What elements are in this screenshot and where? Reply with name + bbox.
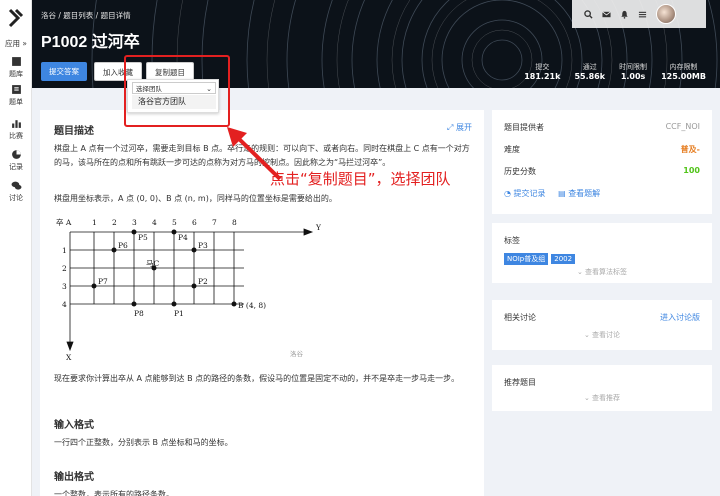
chessboard-figure: 卒 A 1 2 3 4 5 6 7 8 Y 1 2 3 4 X P6 P5 P4… [56,217,322,362]
svg-text:P2: P2 [198,277,208,286]
view-recommendations[interactable]: ⌄ 查看推荐 [504,393,700,403]
book-icon: ▤ [558,189,566,198]
nav-item-contest[interactable]: 比赛 [0,118,32,141]
search-icon[interactable] [584,9,593,19]
tags-card: 标签 NOIp普及组 2002 ⌄ 查看算法标签 [492,223,712,283]
luogu-logo-icon[interactable] [6,8,26,30]
output-format-text: 一个整数，表示所有的路径条数。 [54,490,174,496]
svg-text:B (4, 8): B (4, 8) [238,301,266,310]
svg-text:2: 2 [112,218,117,227]
page-title: P1002 过河卒 [41,34,140,51]
input-format-text: 一行四个正整数，分别表示 B 点坐标和马的坐标。 [54,438,233,447]
problem-info-card: 题目提供者 CCF_NOI 难度 普及- 历史分数 100 ◔ 提交记录 ▤ 查… [492,110,712,214]
svg-text:X: X [66,353,72,362]
description-paragraph-3: 现在要求你计算出卒从 A 点能够到达 B 点的路径的条数，假设马的位置是固定不动… [54,374,460,383]
difficulty-row: 难度 普及- [504,145,700,154]
annotation-text: 点击“复制题目”，选择团队 [270,170,451,188]
description-paragraph-2: 棋盘用坐标表示，A 点 (0, 0)、B 点 (n, m)，同样马的位置坐标是需… [54,194,337,203]
pie-chart-icon [11,150,21,159]
expand-icon: ⤢ [447,123,454,132]
nav-app-toggle[interactable]: 应用 » [0,38,32,49]
provider-row: 题目提供者 CCF_NOI [504,122,700,132]
enter-discussion-link[interactable]: 进入讨论版 [504,312,700,323]
nav-item-discuss[interactable]: 讨论 [0,180,32,203]
nav-item-record[interactable]: 记录 [0,149,32,172]
svg-text:5: 5 [172,218,177,227]
submit-answer-button[interactable]: 提交答案 [41,62,87,81]
nav-item-training[interactable]: 题单 [0,84,32,107]
svg-text:P5: P5 [138,233,148,242]
svg-text:P3: P3 [198,241,208,250]
left-nav: 应用 » 题库 题单 比赛 记录 讨论 [0,0,32,496]
chevron-down-icon: ⌄ [583,331,590,339]
svg-text:1: 1 [62,246,67,255]
provider-value[interactable]: CCF_NOI [666,122,700,131]
stat-submissions: 提交 181.21k [524,63,561,81]
svg-text:6: 6 [192,218,197,227]
description-heading: 题目描述 [54,126,94,137]
menu-icon[interactable] [638,10,647,19]
svg-text:P7: P7 [98,277,108,286]
tags-heading: 标签 [504,236,520,245]
svg-text:P8: P8 [134,309,144,318]
svg-text:P1: P1 [174,309,184,318]
figure-watermark: 洛谷 [290,349,304,358]
recommend-card: 推荐题目 ⌄ 查看推荐 [492,365,712,411]
discuss-card: 相关讨论 进入讨论版 ⌄ 查看讨论 [492,300,712,350]
svg-text:1: 1 [92,218,97,227]
book-icon [11,57,21,66]
breadcrumb[interactable]: 洛谷 / 题目列表 / 题目详情 [41,10,131,21]
stat-time-limit: 时间限制 1.00s [619,63,648,81]
view-discussion[interactable]: ⌄ 查看讨论 [504,330,700,340]
info-links: ◔ 提交记录 ▤ 查看题解 [504,188,700,199]
input-format-heading: 输入格式 [54,420,94,431]
tag-year[interactable]: 2002 [551,254,576,264]
figure-corner-label: 卒 A [56,217,72,227]
score-row: 历史分数 100 [504,166,700,176]
highlight-box [124,55,230,127]
tag-noip[interactable]: NOIp普及组 [504,253,549,265]
recommend-heading: 推荐题目 [504,378,536,387]
svg-text:8: 8 [232,218,237,227]
svg-text:P4: P4 [178,233,188,242]
difficulty-value: 普及- [680,145,700,154]
svg-text:3: 3 [132,218,137,227]
svg-text:马C: 马C [146,259,159,268]
list-icon [11,85,21,94]
svg-text:3: 3 [62,282,67,291]
svg-text:P6: P6 [118,241,128,250]
chevron-down-icon: ⌄ [583,394,590,402]
nav-item-problemset[interactable]: 题库 [0,56,32,79]
view-algorithm-tags[interactable]: ⌄ 查看算法标签 [504,267,700,277]
svg-text:4: 4 [62,300,67,309]
problem-stats: 提交 181.21k 通过 55.86k 时间限制 1.00s 内存限制 125.00M… [524,62,706,81]
mail-icon[interactable] [602,10,611,19]
submission-records-link[interactable]: ◔ 提交记录 [504,189,546,198]
view-solutions-link[interactable]: ▤ 查看题解 [558,189,600,198]
user-avatar[interactable] [656,4,676,24]
tag-list: NOIp普及组 2002 [504,253,700,265]
bell-icon[interactable] [620,10,629,19]
bar-chart-icon [11,120,21,128]
output-format-heading: 输出格式 [54,472,94,483]
svg-text:Y: Y [315,223,322,232]
svg-text:4: 4 [152,218,157,227]
chevron-down-icon: ⌄ [576,268,583,276]
svg-text:2: 2 [62,264,67,273]
svg-text:7: 7 [212,218,217,227]
expand-link[interactable]: ⤢ 展开 [447,122,472,133]
comments-icon [11,181,21,190]
pie-chart-icon: ◔ [504,189,511,198]
stat-accepted: 通过 55.86k [574,63,606,81]
stat-memory-limit: 内存限制 125.00MB [661,63,706,81]
score-value: 100 [683,166,700,175]
top-toolbar [572,0,706,28]
